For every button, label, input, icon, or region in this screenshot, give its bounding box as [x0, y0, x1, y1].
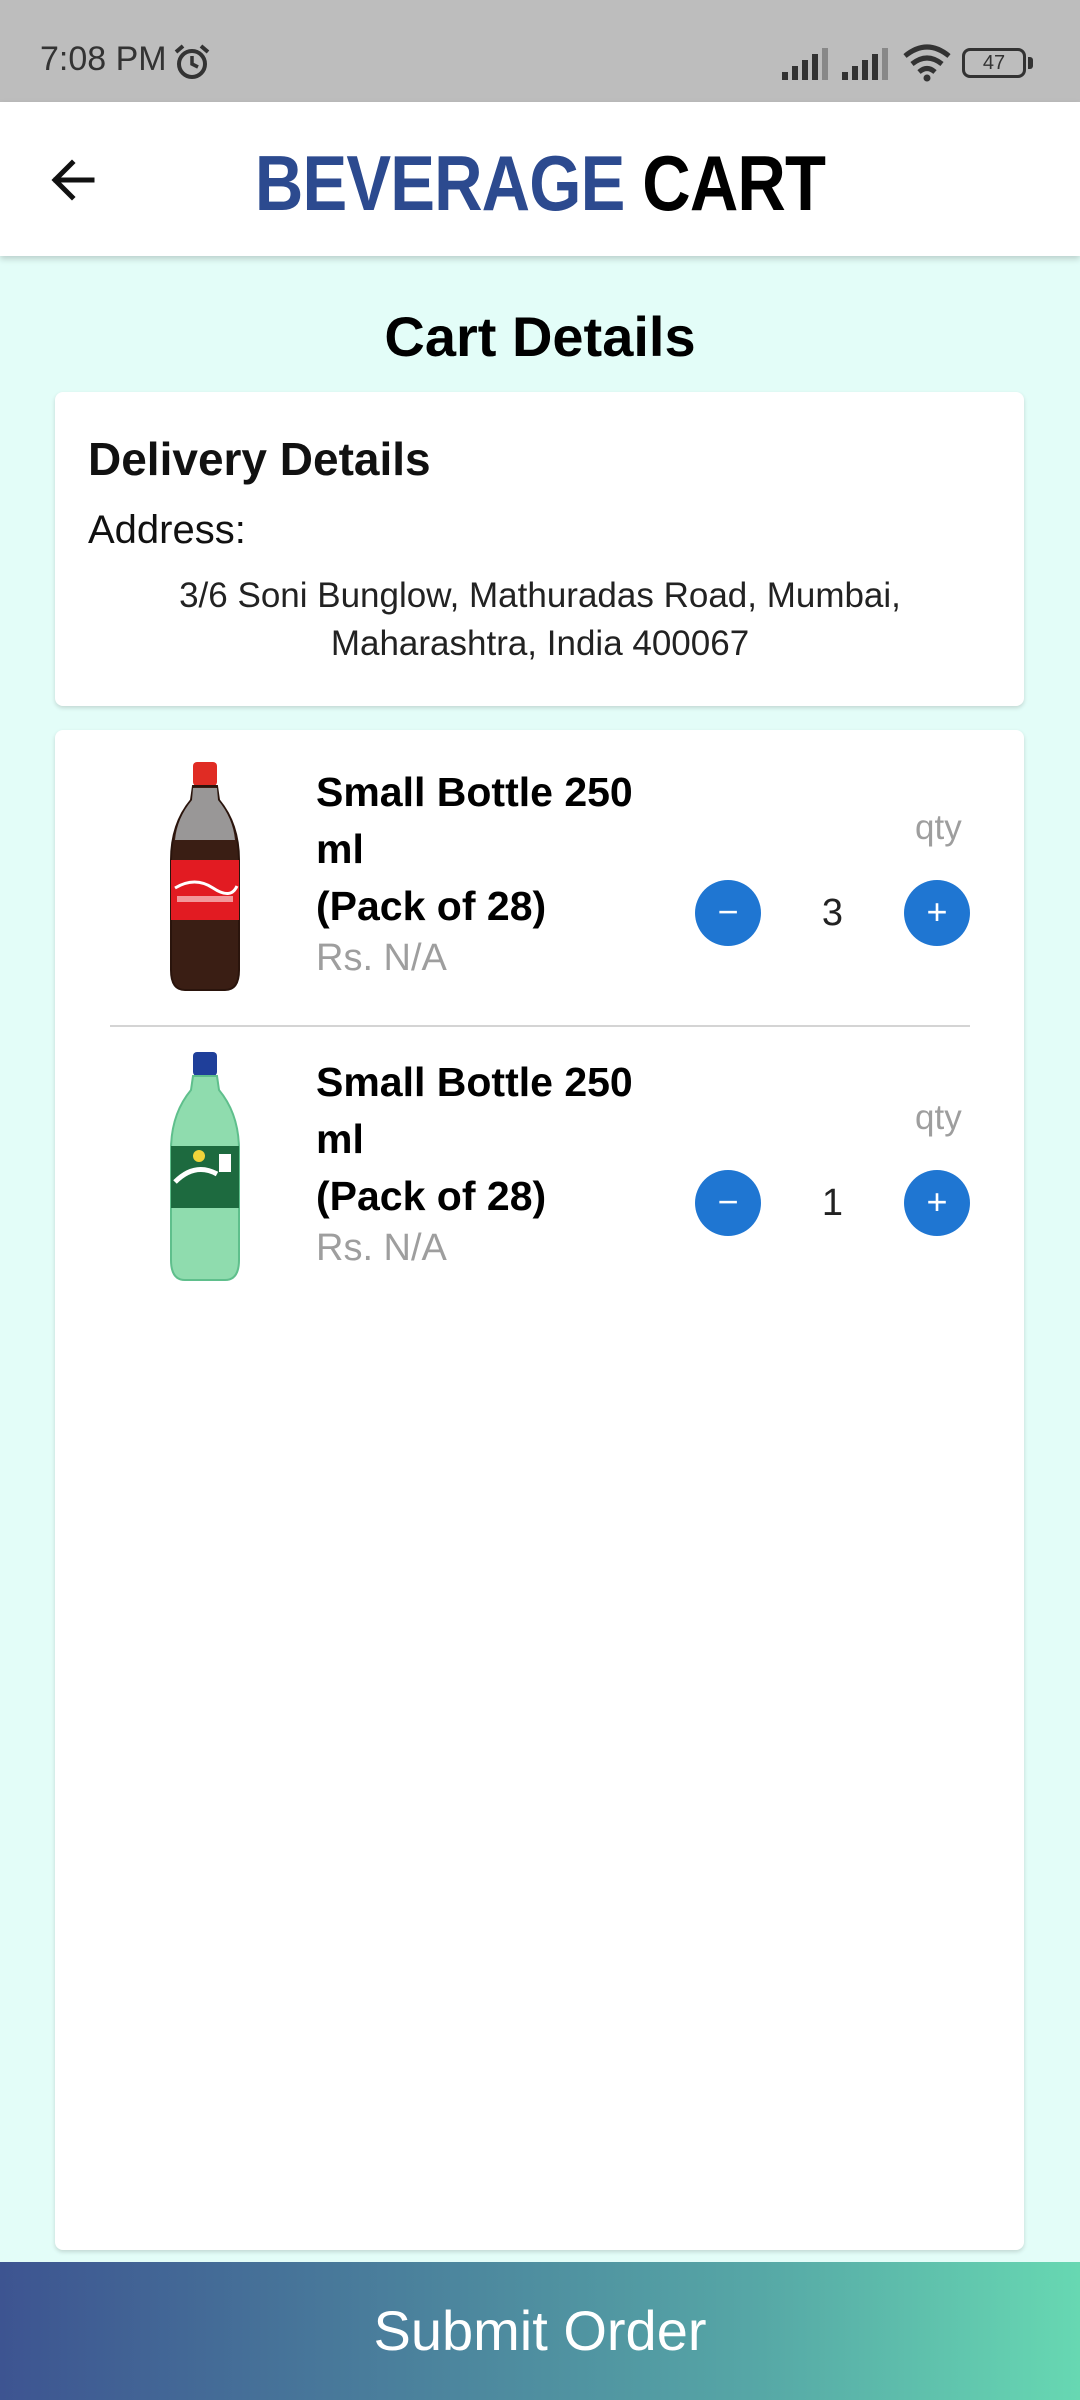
item-name-line: ml: [316, 1116, 364, 1162]
delivery-details-card: Delivery Details Address: 3/6 Soni Bungl…: [55, 392, 1024, 706]
qty-value: 1: [821, 1182, 844, 1224]
item-price: Rs. N/A: [316, 1227, 447, 1269]
brand-word-beverage: BEVERAGE: [254, 139, 625, 227]
battery-level: 47: [982, 52, 1006, 74]
cart-item: Small Bottle 250 ml (Pack of 28) Rs. N/A…: [55, 730, 1024, 1027]
cart-item: Small Bottle 250 ml (Pack of 28) Rs. N/A…: [55, 1020, 1024, 1300]
item-name: Small Bottle 250 ml (Pack of 28): [316, 1054, 696, 1225]
qty-value: 3: [821, 892, 844, 934]
qty-label: qty: [915, 1098, 962, 1137]
status-bar: 7:08 PM 47: [0, 0, 1080, 102]
coca-cola-bottle-image: [170, 762, 240, 991]
submit-order-button[interactable]: Submit Order: [0, 2262, 1080, 2400]
alarm-icon: [174, 44, 210, 79]
cart-items-card: Small Bottle 250 ml (Pack of 28) Rs. N/A…: [55, 730, 1024, 2250]
qty-decrease-button[interactable]: −: [695, 880, 761, 946]
item-name-line: ml: [316, 826, 364, 872]
sprite-bottle-image: [170, 1052, 240, 1281]
brand-word-cart: CART: [642, 139, 826, 227]
qty-increase-button[interactable]: +: [904, 1170, 970, 1236]
signal-icon-2: [842, 48, 888, 80]
item-name-line: Small Bottle 250: [316, 1059, 633, 1105]
item-name-line: Small Bottle 250: [316, 769, 633, 815]
item-name-line: (Pack of 28): [316, 883, 547, 929]
qty-increase-button[interactable]: +: [904, 880, 970, 946]
item-name-line: (Pack of 28): [316, 1173, 547, 1219]
qty-label: qty: [915, 808, 962, 847]
address-text: 3/6 Soni Bunglow, Mathuradas Road, Mumba…: [179, 576, 901, 663]
wifi-icon: [903, 44, 951, 82]
battery-cap: [1028, 57, 1033, 69]
page-title: Cart Details: [384, 305, 696, 368]
delivery-details-title: Delivery Details: [88, 433, 431, 485]
battery-icon: 47: [962, 48, 1026, 78]
app-bar: BEVERAGE CART: [0, 102, 1080, 256]
app-brand-logo: BEVERAGE CART: [76, 138, 1005, 229]
item-price: Rs. N/A: [316, 937, 447, 979]
status-time: 7:08 PM: [40, 40, 167, 78]
qty-decrease-button[interactable]: −: [695, 1170, 761, 1236]
address-label: Address:: [88, 508, 246, 552]
item-name: Small Bottle 250 ml (Pack of 28): [316, 764, 696, 935]
signal-icon: [782, 48, 828, 80]
